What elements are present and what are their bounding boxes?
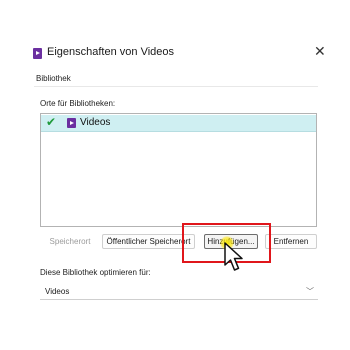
locations-label: Orte für Bibliotheken:: [40, 99, 116, 108]
optimize-select-value: Videos: [45, 287, 70, 296]
mouse-cursor-icon: [224, 242, 243, 271]
locations-listbox[interactable]: ✔ Videos: [40, 113, 317, 227]
video-folder-icon: [67, 118, 76, 128]
tab-divider: [34, 86, 318, 87]
check-icon: ✔: [46, 115, 57, 129]
storage-location-button[interactable]: Speicherort: [44, 234, 96, 249]
chevron-down-icon: ﹀: [306, 287, 314, 296]
list-item-label: Videos: [80, 117, 111, 128]
optimize-select[interactable]: Videos ﹀: [40, 284, 318, 300]
optimize-label: Diese Bibliothek optimieren für:: [40, 268, 151, 277]
video-library-icon: [33, 48, 42, 59]
close-icon[interactable]: ✕: [314, 43, 326, 60]
remove-button[interactable]: Entfernen: [265, 234, 317, 249]
window-title: Eigenschaften von Videos: [47, 46, 174, 58]
list-item[interactable]: ✔ Videos: [41, 115, 316, 132]
tab-library[interactable]: Bibliothek: [36, 74, 71, 83]
